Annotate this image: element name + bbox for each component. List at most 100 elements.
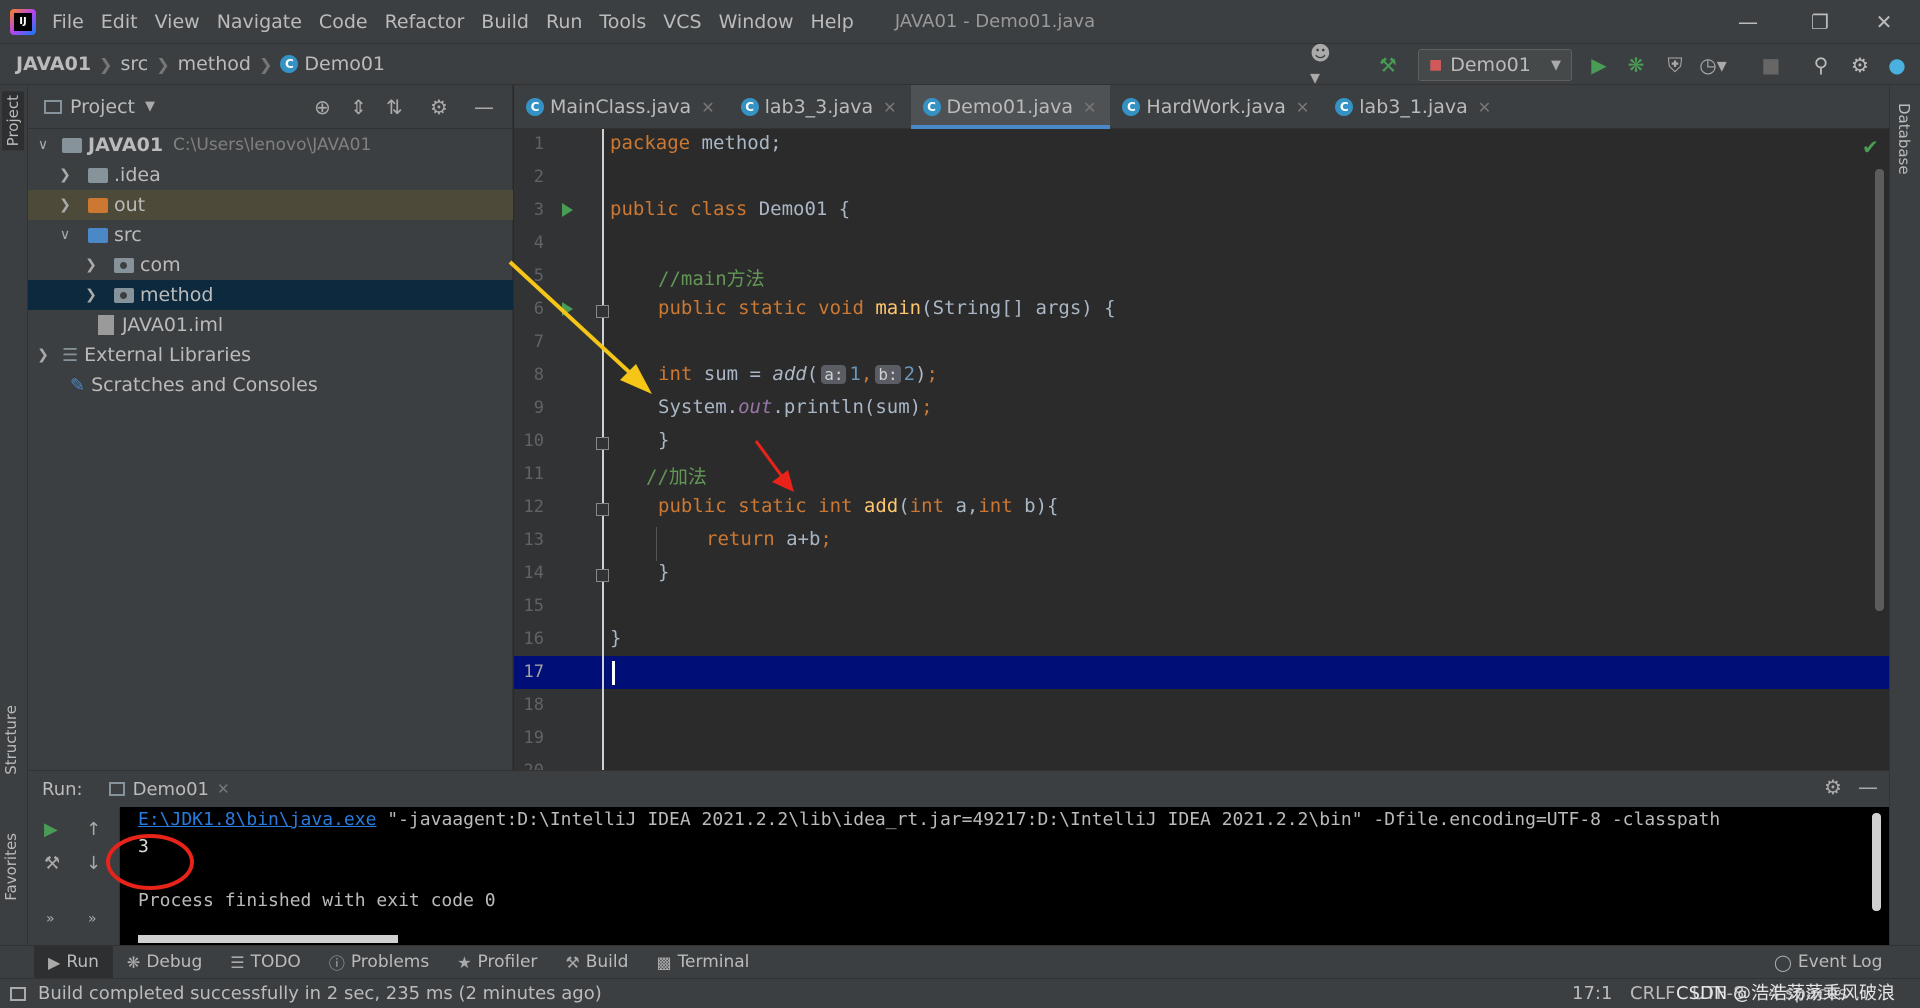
console-vscrollbar[interactable]	[1872, 813, 1881, 911]
menu-file[interactable]: File	[52, 11, 84, 33]
tool-tab-debug[interactable]: ❋ Debug	[113, 946, 216, 979]
gear-icon[interactable]: ⚙	[430, 95, 448, 119]
favorites-tool-tab[interactable]: Favorites	[2, 833, 20, 901]
tree-item-src[interactable]: ∨ src	[28, 220, 513, 250]
gear-icon[interactable]: ⚙	[1847, 52, 1873, 78]
run-icon[interactable]: ▶	[1586, 52, 1612, 78]
console-output[interactable]: E:\JDK1.8\bin\java.exe "-javaagent:D:\In…	[120, 807, 1889, 946]
event-log-button[interactable]: ◯ Event Log	[1760, 946, 1896, 979]
menu-code[interactable]: Code	[319, 11, 368, 33]
locate-icon[interactable]: ⊕	[314, 95, 331, 119]
tool-tab-build[interactable]: ⚒ Build	[551, 946, 642, 979]
gear-icon[interactable]: ⚙	[1824, 775, 1842, 799]
debug-icon[interactable]: ❋	[1623, 52, 1649, 78]
tree-item-iml[interactable]: JAVA01.iml	[28, 310, 513, 340]
chevron-down-icon[interactable]: ∨	[56, 227, 74, 243]
close-icon[interactable]: ✕	[1478, 98, 1491, 117]
build-hammer-icon[interactable]: ⚒	[1375, 52, 1401, 78]
breadcrumb-demo01[interactable]: Demo01	[304, 53, 385, 75]
status-message[interactable]: Build completed successfully in 2 sec, 2…	[38, 983, 602, 1004]
tree-item-scratches[interactable]: ✎ Scratches and Consoles	[28, 370, 513, 400]
stop-icon[interactable]: ■	[1758, 52, 1784, 78]
inspection-ok-icon[interactable]: ✔	[1862, 135, 1879, 159]
chevron-right-icon[interactable]: ❯	[34, 347, 52, 363]
tool-tab-terminal[interactable]: ▩ Terminal	[642, 946, 763, 979]
tree-item-out[interactable]: ❯ out	[28, 190, 513, 220]
fold-icon[interactable]	[596, 305, 609, 318]
chevron-right-icon[interactable]: ❯	[56, 197, 74, 213]
java-exe-link[interactable]: E:\JDK1.8\bin\java.exe	[138, 809, 376, 830]
restore-icon[interactable]: ❐	[1784, 0, 1856, 43]
tool-tab-run[interactable]: ▶ Run	[34, 945, 113, 979]
hide-panel-icon[interactable]: —	[474, 95, 494, 119]
fold-icon[interactable]	[596, 437, 609, 450]
menu-vcs[interactable]: VCS	[663, 11, 701, 33]
rerun-icon[interactable]: ▶	[44, 819, 58, 840]
tree-item-method[interactable]: ❯ method	[28, 280, 513, 310]
close-icon[interactable]: ✕	[883, 98, 896, 117]
arrow-up-icon[interactable]: ↑	[86, 819, 101, 840]
tab-mainclass[interactable]: C MainClass.java ✕	[514, 85, 729, 129]
tree-item-external-libraries[interactable]: ❯ ☰ External Libraries	[28, 340, 513, 370]
chevron-right-icon[interactable]: ❯	[82, 287, 100, 303]
tab-demo01[interactable]: C Demo01.java ✕	[910, 85, 1111, 129]
menu-build[interactable]: Build	[481, 11, 529, 33]
chevron-down-icon[interactable]: ▼	[145, 99, 155, 114]
search-icon[interactable]: ⚲	[1808, 52, 1834, 78]
tab-lab3-3[interactable]: C lab3_3.java ✕	[729, 85, 911, 129]
coverage-icon[interactable]: ⛨	[1662, 52, 1688, 78]
structure-tool-tab[interactable]: Structure	[2, 705, 20, 775]
chevron-right-icon[interactable]: ❯	[56, 167, 74, 183]
chevron-down-icon[interactable]: ∨	[34, 137, 52, 153]
breadcrumb-project[interactable]: JAVA01	[16, 53, 91, 75]
breadcrumb-src[interactable]: src	[120, 53, 148, 75]
hide-panel-icon[interactable]: —	[1858, 775, 1878, 799]
line-separator[interactable]: CRLF	[1630, 983, 1675, 1004]
run-main-icon[interactable]	[562, 302, 573, 316]
run-class-icon[interactable]	[562, 203, 573, 217]
run-config-select[interactable]: ■ Demo01 ▼	[1418, 49, 1572, 81]
code-editor[interactable]: 1 2 3 4 5 6 7 8 9 10 11 12 13 14 15 16 1…	[514, 129, 1889, 770]
fold-icon[interactable]	[596, 503, 609, 516]
menu-view[interactable]: View	[155, 11, 200, 33]
editor-scrollbar[interactable]	[1875, 169, 1884, 611]
tree-item-root[interactable]: ∨ JAVA01 C:\Users\lenovo\JAVA01	[28, 130, 513, 160]
tool-tab-profiler[interactable]: ★ Profiler	[443, 946, 551, 979]
collapse-all-icon[interactable]: ⇅	[386, 95, 403, 119]
close-icon[interactable]: ✕	[1083, 98, 1096, 117]
run-tab-demo01[interactable]: Demo01	[133, 779, 209, 800]
tab-hardwork[interactable]: C HardWork.java ✕	[1110, 85, 1323, 129]
menu-refactor[interactable]: Refactor	[385, 11, 465, 33]
project-panel-title[interactable]: Project	[70, 96, 135, 118]
tab-lab3-1[interactable]: C lab3_1.java ✕	[1323, 85, 1505, 129]
menu-edit[interactable]: Edit	[101, 11, 138, 33]
user-icon[interactable]: ☻▾	[1310, 41, 1336, 89]
plugin-icon[interactable]: ●	[1884, 52, 1910, 78]
console-hscrollbar[interactable]	[138, 935, 398, 943]
close-icon[interactable]: ✕	[701, 98, 714, 117]
project-tool-tab[interactable]: Project	[2, 91, 24, 151]
tool-tab-problems[interactable]: ⓘ Problems	[315, 946, 443, 979]
menu-tools[interactable]: Tools	[599, 11, 646, 33]
caret-position[interactable]: 17:1	[1572, 983, 1612, 1004]
breadcrumb-method[interactable]: method	[178, 53, 251, 75]
tree-item-com[interactable]: ❯ com	[28, 250, 513, 280]
close-icon[interactable]: ✕	[1296, 98, 1309, 117]
tool-tab-todo[interactable]: ☰ TODO	[216, 946, 315, 979]
menu-window[interactable]: Window	[719, 11, 794, 33]
close-window-icon[interactable]: ✕	[1848, 0, 1920, 43]
menu-navigate[interactable]: Navigate	[217, 11, 302, 33]
minimize-icon[interactable]: —	[1712, 0, 1784, 43]
menu-run[interactable]: Run	[546, 11, 582, 33]
close-icon[interactable]: ✕	[217, 780, 230, 798]
more-icon[interactable]: »	[46, 911, 55, 927]
more-icon[interactable]: »	[88, 911, 97, 927]
database-tool-tab[interactable]: Database	[1895, 103, 1913, 175]
tool-windows-icon[interactable]	[10, 986, 26, 1001]
chevron-right-icon[interactable]: ❯	[82, 257, 100, 273]
wrench-icon[interactable]: ⚒	[44, 853, 60, 874]
fold-icon[interactable]	[596, 569, 609, 582]
menu-help[interactable]: Help	[810, 11, 853, 33]
tree-item-idea[interactable]: ❯ .idea	[28, 160, 513, 190]
expand-all-icon[interactable]: ⇕	[350, 95, 367, 119]
